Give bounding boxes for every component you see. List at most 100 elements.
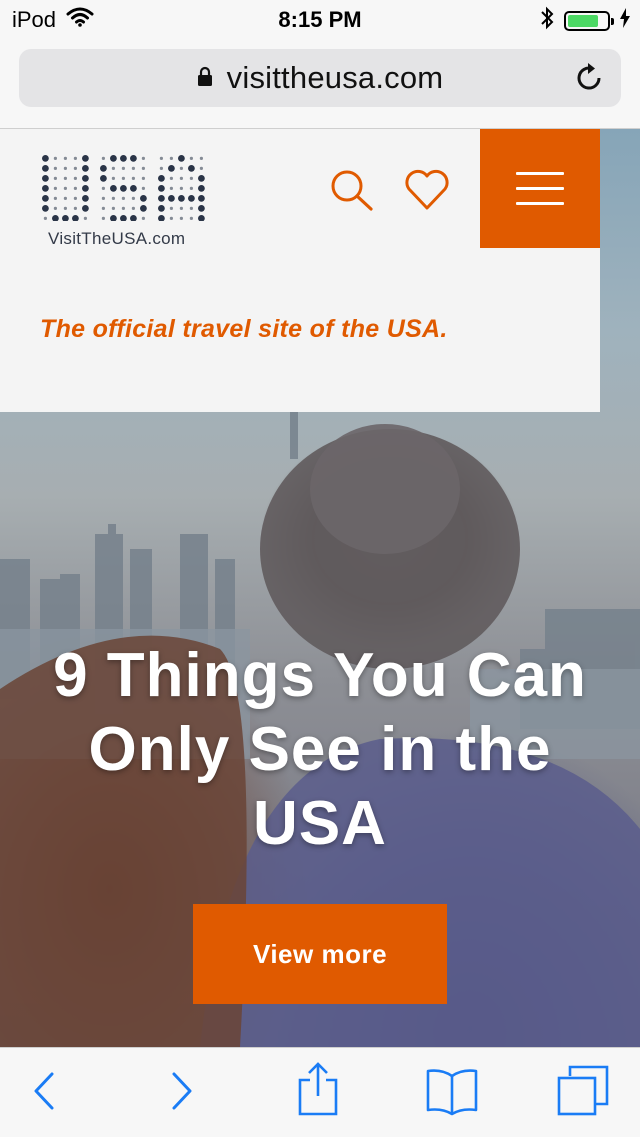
search-icon[interactable] [326, 165, 376, 215]
logo-dot [73, 156, 77, 160]
logo-dot [198, 215, 205, 221]
logo-dot [42, 175, 49, 182]
forward-icon[interactable] [166, 1068, 200, 1119]
logo-dot [158, 215, 165, 221]
logo-dot [101, 156, 105, 160]
logo-dot [199, 156, 203, 160]
logo-dot [43, 216, 47, 220]
logo-dot [83, 216, 87, 220]
logo-dot [111, 206, 115, 210]
logo-dot [73, 196, 77, 200]
logo-dot [101, 196, 105, 200]
logo-dot [179, 176, 183, 180]
logo-dot [53, 176, 57, 180]
browser-chrome: visittheusa.com [0, 40, 640, 129]
logo-dot [189, 156, 193, 160]
logo-dot [141, 166, 145, 170]
logo-dot [42, 165, 49, 172]
logo-dot [130, 155, 137, 162]
logo-dot [179, 206, 183, 210]
back-icon[interactable] [26, 1068, 60, 1119]
logo-dot [120, 215, 127, 221]
logo-dot [130, 185, 137, 192]
tabs-icon[interactable] [556, 1064, 610, 1123]
logo-dot [178, 195, 185, 202]
status-bar: iPod 8:15 PM [0, 0, 640, 40]
browser-toolbar [0, 1047, 640, 1137]
hamburger-menu-icon[interactable] [480, 129, 600, 248]
logo-dot [110, 155, 117, 162]
logo-dot [110, 215, 117, 221]
logo-subtext: VisitTheUSA.com [48, 229, 186, 248]
hero-title: 9 Things You Can Only See in the USA [53, 641, 587, 858]
logo-dot [53, 166, 57, 170]
logo-dot [63, 206, 67, 210]
logo-dot [63, 166, 67, 170]
logo-dot [110, 185, 117, 192]
menu-line [516, 202, 564, 205]
battery-icon [564, 11, 614, 31]
logo-dot [63, 176, 67, 180]
menu-line [516, 187, 564, 190]
logo-dot [73, 186, 77, 190]
battery-fill [568, 15, 598, 27]
usa-logo[interactable] [38, 151, 213, 221]
logo-dot [63, 196, 67, 200]
logo-dot [82, 185, 89, 192]
logo-dot [42, 185, 49, 192]
logo-dot [82, 195, 89, 202]
logo-dot [159, 156, 163, 160]
logo-dot [42, 155, 49, 162]
logo-dot [120, 185, 127, 192]
logo-dot [52, 215, 59, 221]
logo-dot [178, 155, 185, 162]
logo-dot [53, 156, 57, 160]
logo-dot [63, 156, 67, 160]
logo-dot [131, 166, 135, 170]
share-icon[interactable] [296, 1062, 340, 1123]
logo-dot [100, 175, 107, 182]
view-more-button[interactable]: View more [193, 904, 447, 1004]
heart-icon[interactable] [402, 165, 452, 215]
logo-dot [141, 186, 145, 190]
logo-dot [189, 206, 193, 210]
logo-dot [131, 196, 135, 200]
logo-dot [121, 176, 125, 180]
logo-dot [188, 195, 195, 202]
logo-dot [73, 166, 77, 170]
logo-dot [131, 176, 135, 180]
logo-dot [53, 186, 57, 190]
logo-dot [53, 196, 57, 200]
logo-dot [168, 195, 175, 202]
charging-icon [620, 8, 630, 34]
lock-icon [197, 66, 213, 91]
logo-dot [121, 206, 125, 210]
logo-dot [141, 156, 145, 160]
logo-dot [169, 186, 173, 190]
logo-dot [159, 166, 163, 170]
bluetooth-icon [540, 6, 554, 36]
reload-icon[interactable] [575, 62, 605, 99]
logo-dot [62, 215, 69, 221]
logo-dot [158, 205, 165, 212]
logo-dot [82, 175, 89, 182]
logo-dot [100, 165, 107, 172]
logo-dot [169, 216, 173, 220]
logo-dot [198, 205, 205, 212]
logo-dot [179, 166, 183, 170]
bookmarks-icon[interactable] [424, 1066, 480, 1121]
logo-dot [63, 186, 67, 190]
logo-dot [141, 216, 145, 220]
address-content: visittheusa.com [19, 49, 621, 107]
logo-dot [121, 196, 125, 200]
logo-dot [111, 166, 115, 170]
logo-dot [158, 195, 165, 202]
logo-dot [111, 176, 115, 180]
logo-dot [82, 155, 89, 162]
logo-dot [72, 215, 79, 221]
logo-dot [141, 176, 145, 180]
address-bar[interactable]: visittheusa.com [19, 49, 621, 107]
logo-dot [73, 206, 77, 210]
logo-dot [179, 186, 183, 190]
logo-dot [198, 195, 205, 202]
